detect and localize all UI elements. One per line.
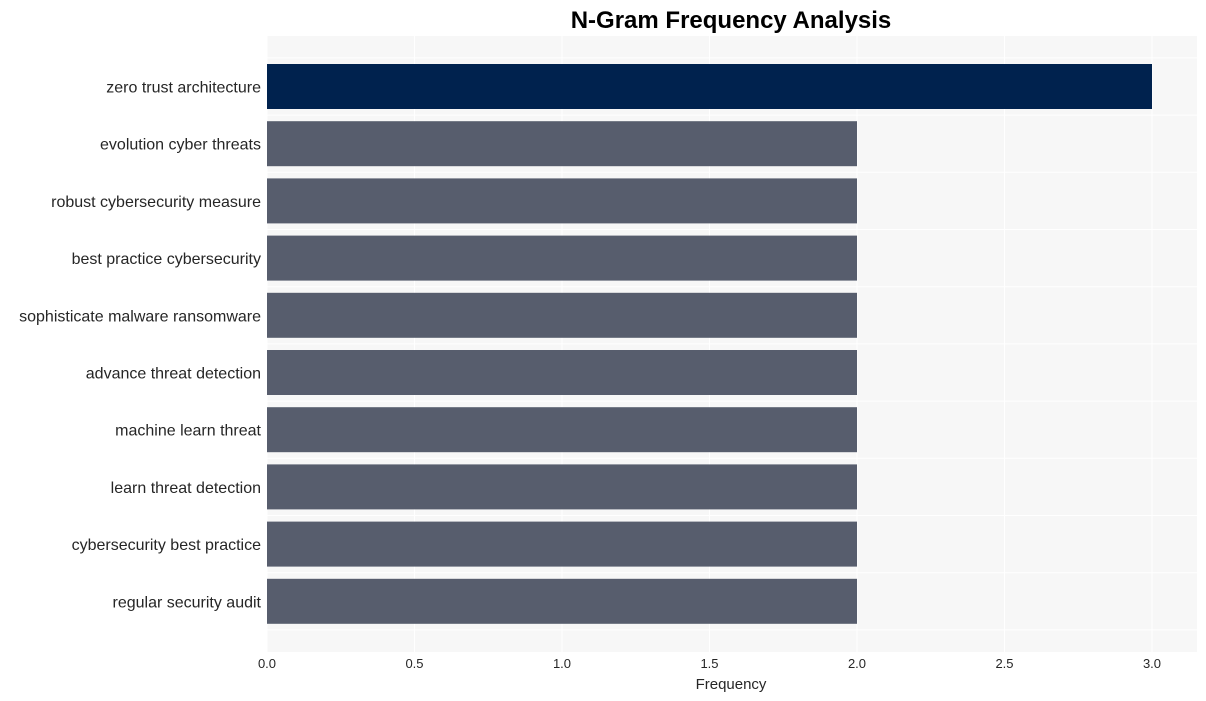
y-tick-label: evolution cyber threats <box>100 137 261 154</box>
bar-regular-security-audit <box>267 578 857 624</box>
bar-sophisticate-malware-ransomware <box>267 292 857 338</box>
bar-machine-learn-threat <box>267 407 857 453</box>
y-tick-label: cybersecurity best practice <box>72 537 262 554</box>
chart-title: N-Gram Frequency Analysis <box>571 7 892 34</box>
y-tick-label: best practice cybersecurity <box>72 251 261 268</box>
y-tick-label: robust cybersecurity measure <box>51 194 261 211</box>
y-tick-label: machine learn threat <box>115 423 261 440</box>
x-tick-label: 2.5 <box>995 656 1013 671</box>
bar-robust-cybersecurity-measure <box>267 178 857 224</box>
x-tick-labels: 0.0 0.5 1.0 1.5 2.0 2.5 3.0 <box>258 656 1161 671</box>
bar-best-practice-cybersecurity <box>267 235 857 281</box>
x-tick-label: 1.0 <box>553 656 571 671</box>
y-tick-label: zero trust architecture <box>106 80 261 97</box>
ngram-bar-chart: zero trust architecture evolution cyber t… <box>19 7 1197 693</box>
x-tick-label: 2.0 <box>848 656 866 671</box>
bar-zero-trust-architecture <box>267 64 1152 109</box>
x-tick-label: 0.5 <box>405 656 423 671</box>
x-tick-label: 1.5 <box>700 656 718 671</box>
x-tick-label: 3.0 <box>1143 656 1161 671</box>
y-tick-label: regular security audit <box>112 594 261 611</box>
x-axis-label: Frequency <box>696 676 767 693</box>
y-tick-label: sophisticate malware ransomware <box>19 308 261 325</box>
x-tick-label: 0.0 <box>258 656 276 671</box>
y-tick-label: learn threat detection <box>111 480 261 497</box>
bar-cybersecurity-best-practice <box>267 521 857 567</box>
bar-advance-threat-detection <box>267 350 857 395</box>
bar-learn-threat-detection <box>267 464 857 510</box>
y-tick-labels: zero trust architecture evolution cyber t… <box>19 80 261 612</box>
bar-evolution-cyber-threats <box>267 121 857 167</box>
y-tick-label: advance threat detection <box>86 366 261 383</box>
